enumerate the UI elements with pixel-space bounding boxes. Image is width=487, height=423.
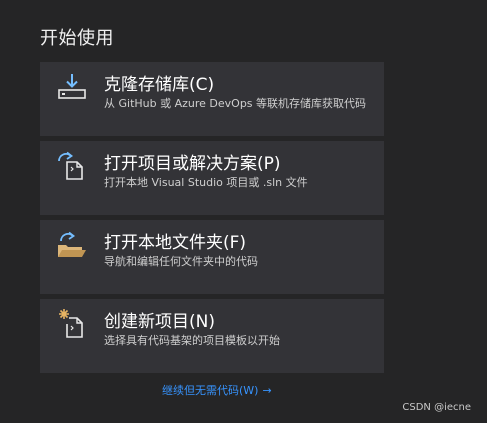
clone-repository-title: 克隆存储库(C) xyxy=(104,75,215,95)
watermark: CSDN @iecne xyxy=(402,402,471,413)
clone-repository-card[interactable]: 克隆存储库(C) 从 GitHub 或 Azure DevOps 等联机存储库获… xyxy=(40,62,384,136)
new-project-card[interactable]: 创建新项目(N) 选择具有代码基架的项目模板以开始 xyxy=(40,299,384,373)
clone-repository-description: 从 GitHub 或 Azure DevOps 等联机存储库获取代码 xyxy=(104,97,367,110)
clone-download-icon xyxy=(56,70,88,102)
continue-without-code-link[interactable]: 继续但无需代码(W) → xyxy=(162,382,272,398)
new-project-icon xyxy=(56,307,88,339)
open-project-title: 打开项目或解决方案(P) xyxy=(104,154,281,174)
open-folder-card[interactable]: 打开本地文件夹(F) 导航和编辑任何文件夹中的代码 xyxy=(40,220,384,294)
open-folder-title: 打开本地文件夹(F) xyxy=(104,233,247,253)
open-project-card[interactable]: 打开项目或解决方案(P) 打开本地 Visual Studio 项目或 .sln… xyxy=(40,141,384,215)
arrow-right-icon: → xyxy=(262,384,272,397)
new-project-title: 创建新项目(N) xyxy=(104,312,215,332)
open-folder-icon xyxy=(56,228,88,260)
open-project-icon xyxy=(56,149,88,181)
continue-without-code-label: 继续但无需代码(W) xyxy=(162,384,259,397)
page-title: 开始使用 xyxy=(40,28,114,49)
new-project-description: 选择具有代码基架的项目模板以开始 xyxy=(104,334,280,347)
open-project-description: 打开本地 Visual Studio 项目或 .sln 文件 xyxy=(104,176,308,189)
open-folder-description: 导航和编辑任何文件夹中的代码 xyxy=(104,255,258,268)
